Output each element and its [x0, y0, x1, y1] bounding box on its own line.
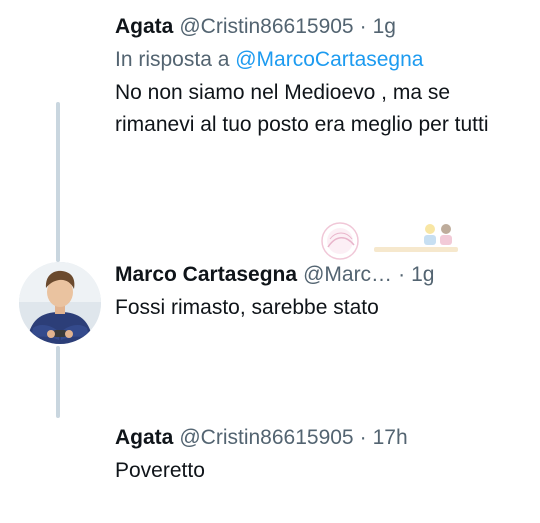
author-name[interactable]: Agata	[115, 10, 173, 43]
separator-dot: ·	[359, 426, 367, 449]
reply-mention-link[interactable]: @MarcoCartasegna	[235, 48, 423, 71]
avatar[interactable]	[19, 262, 101, 344]
tweet-header: Agata @Cristin86615905 · 1g	[115, 10, 540, 43]
thread-connector-line	[56, 102, 60, 262]
tweet-timestamp[interactable]: 1g	[411, 258, 434, 291]
author-name[interactable]: Marco Cartasegna	[115, 258, 297, 291]
tweet-text: Poveretto	[115, 459, 205, 482]
reply-prefix: In risposta a	[115, 48, 236, 71]
author-handle[interactable]: @Cristin86615905	[179, 10, 353, 43]
tweet[interactable]: Marco Cartasegna @Marc… · 1g Fossi rimas…	[115, 258, 540, 324]
separator-dot: ·	[398, 263, 406, 286]
author-name[interactable]: Agata	[115, 421, 173, 454]
tweet-timestamp[interactable]: 1g	[373, 10, 396, 43]
separator-dot: ·	[359, 15, 367, 38]
author-handle[interactable]: @Cristin86615905	[179, 421, 353, 454]
tweet[interactable]: Agata @Cristin86615905 · 17h Poveretto	[115, 421, 540, 487]
tweet-text: Fossi rimasto, sarebbe stato	[115, 296, 379, 319]
thread-connector-line	[56, 346, 60, 418]
tweet-thread: Agata @Cristin86615905 · 1g In risposta …	[0, 0, 540, 523]
tweet-header: Agata @Cristin86615905 · 17h	[115, 421, 540, 454]
reply-context: In risposta a @MarcoCartasegna	[115, 43, 540, 76]
author-handle[interactable]: @Marc…	[303, 258, 392, 291]
tweet-text: No non siamo nel Medioevo , ma se rimane…	[115, 81, 489, 136]
tweet[interactable]: Agata @Cristin86615905 · 1g In risposta …	[115, 10, 540, 141]
avatar-image	[19, 262, 101, 344]
tweet-timestamp[interactable]: 17h	[373, 421, 408, 454]
tweet-header: Marco Cartasegna @Marc… · 1g	[115, 258, 540, 291]
